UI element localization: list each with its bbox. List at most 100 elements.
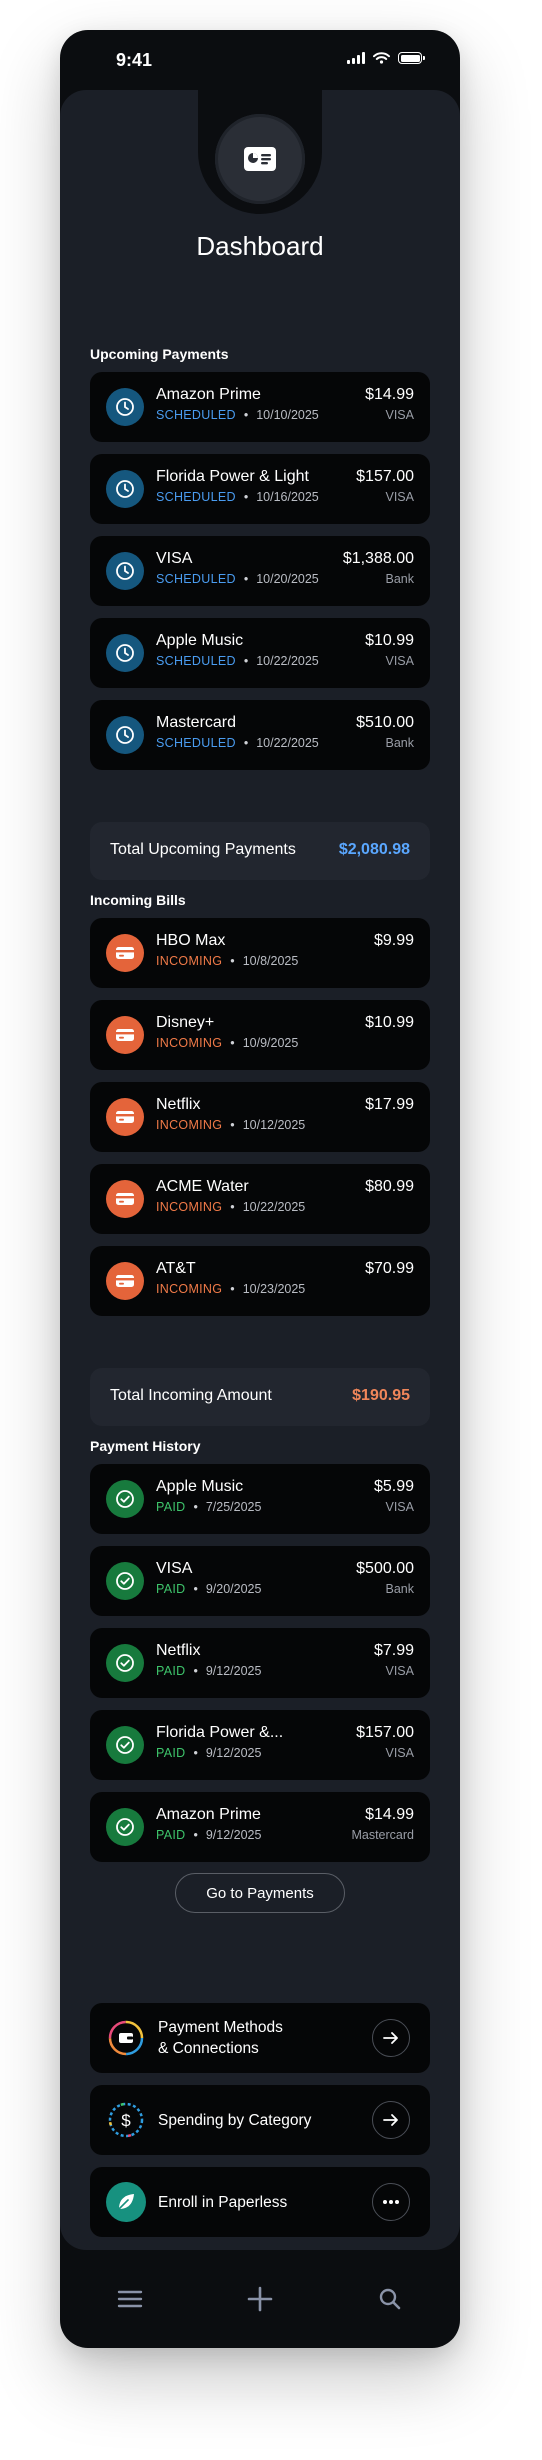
status-label: INCOMING — [156, 1118, 223, 1132]
incoming-bill-row[interactable]: HBO Max INCOMING • 10/8/2025 $9.99 — [90, 918, 430, 988]
separator-dot: • — [243, 572, 249, 586]
payment-amount: $17.99 — [365, 1096, 414, 1113]
incoming-bill-row[interactable]: ACME Water INCOMING • 10/22/2025 $80.99 — [90, 1164, 430, 1234]
separator-dot: • — [193, 1664, 198, 1678]
menu-icon[interactable] — [113, 2282, 147, 2316]
upcoming-payment-row[interactable]: Mastercard SCHEDULED • 10/22/2025 $510.00 Ban… — [90, 700, 430, 770]
payment-method: VISA — [385, 408, 415, 422]
incoming-bill-row[interactable]: Netflix INCOMING • 10/12/2025 $17.99 — [90, 1082, 430, 1152]
payee-name: Florida Power &... — [156, 1724, 284, 1741]
payment-date: 9/12/2025 — [205, 1746, 262, 1760]
total-incoming-amount: Total Incoming Amount $190.95 — [90, 1368, 430, 1426]
bill-card-icon — [106, 1262, 144, 1300]
upcoming-payment-row[interactable]: VISA SCHEDULED • 10/20/2025 $1,388.00 Bank — [90, 536, 430, 606]
enroll-paperless-link[interactable]: Enroll in Paperless — [90, 2167, 430, 2237]
separator-dot: • — [230, 1200, 235, 1214]
separator-dot: • — [243, 408, 249, 422]
status-label: PAID — [156, 1828, 186, 1842]
payment-amount: $510.00 — [356, 714, 414, 731]
wifi-icon — [373, 52, 390, 64]
cellular-signal-icon — [347, 52, 365, 64]
incoming-bill-row[interactable]: Disney+ INCOMING • 10/9/2025 $10.99 — [90, 1000, 430, 1070]
payment-methods-line1: Payment Methods — [158, 2019, 283, 2036]
search-icon[interactable] — [373, 2282, 407, 2316]
payment-date: 10/22/2025 — [256, 736, 319, 750]
total-upcoming-payments: Total Upcoming Payments $2,080.98 — [90, 822, 430, 880]
check-circle-icon — [106, 1562, 144, 1600]
add-icon[interactable] — [243, 2282, 277, 2316]
payment-history-row[interactable]: Netflix PAID • 9/12/2025 $7.99 VISA — [90, 1628, 430, 1698]
page-title: Dashboard — [196, 231, 324, 261]
separator-dot: • — [230, 1118, 235, 1132]
status-label: INCOMING — [156, 1200, 223, 1214]
incoming-bill-row[interactable]: AT&T INCOMING • 10/23/2025 $70.99 — [90, 1246, 430, 1316]
upcoming-payments-heading: Upcoming Payments — [90, 346, 229, 362]
payment-history-heading: Payment History — [90, 1438, 201, 1454]
separator-dot: • — [193, 1746, 198, 1760]
payment-methods-line2: & Connections — [158, 2040, 259, 2057]
separator-dot: • — [193, 1500, 198, 1514]
payment-meta: INCOMING • 10/23/2025 — [156, 1282, 305, 1296]
wallet-card-icon[interactable] — [215, 114, 305, 204]
payment-meta: PAID • 9/12/2025 — [156, 1828, 261, 1842]
svg-text:$: $ — [121, 2111, 131, 2130]
enroll-paperless-label: Enroll in Paperless — [158, 2193, 288, 2211]
payment-method: VISA — [385, 1664, 415, 1678]
phone-frame: 9:41 Dashboard Upcoming Payments Amazon … — [60, 30, 460, 2348]
upcoming-payment-row[interactable]: Apple Music SCHEDULED • 10/22/2025 $10.99 VIS… — [90, 618, 430, 688]
payment-meta: SCHEDULED • 10/10/2025 — [156, 408, 319, 422]
payment-history-row[interactable]: Florida Power &... PAID • 9/12/2025 $157.00 V… — [90, 1710, 430, 1780]
more-options-icon[interactable] — [372, 2183, 410, 2221]
separator-dot: • — [193, 1582, 198, 1596]
payment-amount: $70.99 — [365, 1260, 414, 1277]
upcoming-payment-row[interactable]: Florida Power & Light SCHEDULED • 10/16/202… — [90, 454, 430, 524]
status-label: SCHEDULED — [156, 490, 236, 504]
payment-history-row[interactable]: Apple Music PAID • 7/25/2025 $5.99 VISA — [90, 1464, 430, 1534]
bill-card-icon — [106, 1016, 144, 1054]
separator-dot: • — [230, 1036, 235, 1050]
payment-methods-link[interactable]: Payment Methods & Connections — [90, 2003, 430, 2073]
arrow-right-icon[interactable] — [372, 2101, 410, 2139]
payment-date: 9/12/2025 — [205, 1664, 262, 1678]
payment-date: 10/8/2025 — [242, 954, 299, 968]
payment-meta: PAID • 9/12/2025 — [156, 1746, 261, 1760]
status-label: SCHEDULED — [156, 572, 236, 586]
dashboard-card: Dashboard Upcoming Payments Amazon Prime… — [60, 90, 460, 2250]
status-label: INCOMING — [156, 1036, 223, 1050]
battery-icon — [398, 52, 425, 64]
status-label: SCHEDULED — [156, 736, 236, 750]
spending-by-category-link[interactable]: $ Spending by Category — [90, 2085, 430, 2155]
payee-name: Apple Music — [156, 1478, 244, 1495]
payee-name: Mastercard — [156, 714, 237, 731]
payment-methods-label: Payment Methods & Connections — [158, 2003, 283, 2073]
payment-amount: $1,388.00 — [342, 550, 414, 567]
payment-method: Mastercard — [351, 1828, 414, 1842]
payment-date: 10/22/2025 — [256, 654, 319, 668]
payment-date: 10/16/2025 — [256, 490, 319, 504]
payee-name: Apple Music — [156, 632, 244, 649]
payee-name: AT&T — [156, 1260, 196, 1277]
status-label: PAID — [156, 1582, 186, 1596]
payment-meta: INCOMING • 10/9/2025 — [156, 1036, 298, 1050]
separator-dot: • — [230, 1282, 235, 1296]
payment-history-row[interactable]: VISA PAID • 9/20/2025 $500.00 Bank — [90, 1546, 430, 1616]
payment-method: VISA — [385, 490, 415, 504]
upcoming-payment-row[interactable]: Amazon Prime SCHEDULED • 10/10/2025 $14.99 VI… — [90, 372, 430, 442]
payment-meta: SCHEDULED • 10/22/2025 — [156, 654, 319, 668]
clock-icon — [106, 552, 144, 590]
payment-amount: $157.00 — [356, 1724, 414, 1741]
clock-icon — [106, 634, 144, 672]
arrow-right-icon[interactable] — [372, 2019, 410, 2057]
total-upcoming-value: $2,080.98 — [338, 841, 410, 858]
payment-date: 10/23/2025 — [242, 1282, 306, 1296]
payment-date: 9/12/2025 — [205, 1828, 262, 1842]
separator-dot: • — [230, 954, 235, 968]
payment-amount: $10.99 — [365, 1014, 414, 1031]
go-to-payments-button[interactable]: Go to Payments — [175, 1873, 345, 1913]
payment-date: 10/20/2025 — [256, 572, 319, 586]
payee-name: Netflix — [156, 1642, 201, 1659]
spending-by-category-label: Spending by Category — [158, 2111, 312, 2129]
payment-meta: SCHEDULED • 10/16/2025 — [156, 490, 319, 504]
status-time: 9:41 — [116, 50, 153, 70]
payment-history-row[interactable]: Amazon Prime PAID • 9/12/2025 $14.99 Masterca… — [90, 1792, 430, 1862]
